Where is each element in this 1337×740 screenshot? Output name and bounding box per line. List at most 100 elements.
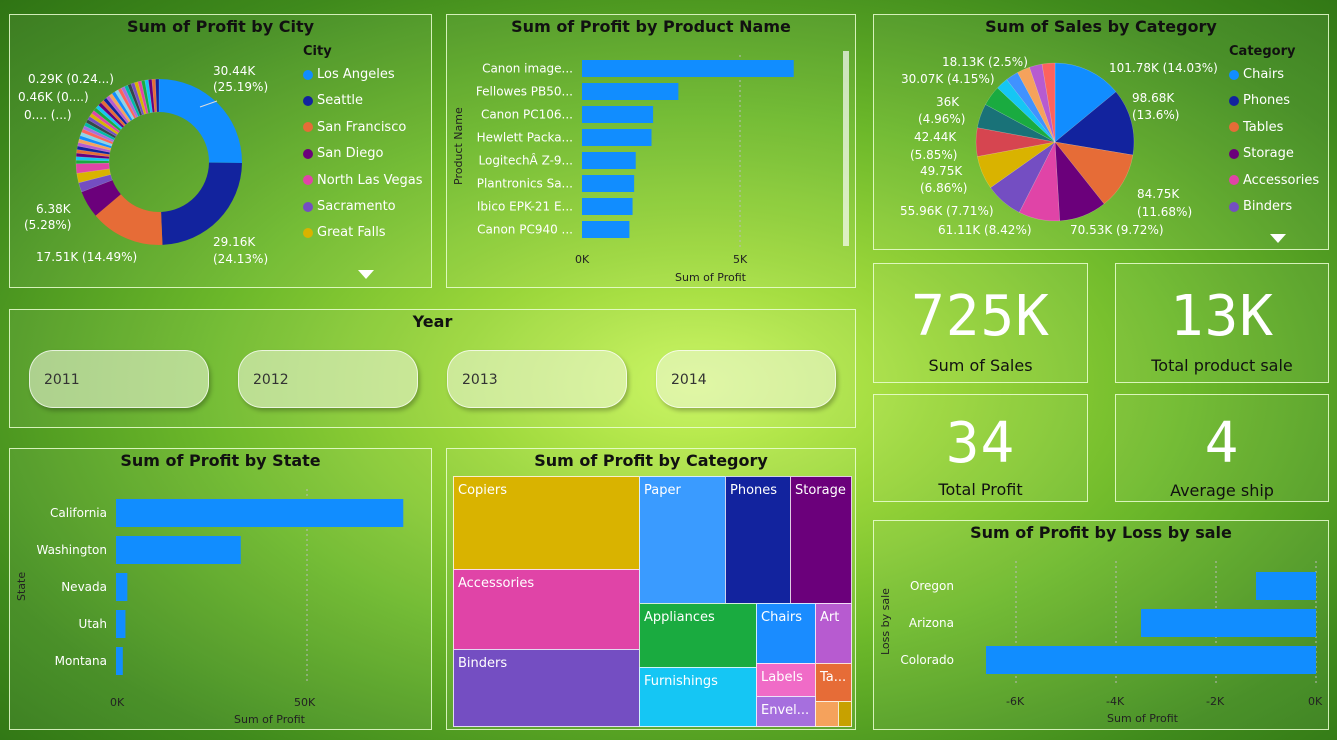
treemap-cell-appliances[interactable]: Appliances bbox=[639, 603, 757, 668]
legend-label: Binders bbox=[1243, 199, 1293, 214]
legend-item[interactable]: San Francisco bbox=[303, 120, 406, 135]
bar bbox=[582, 198, 633, 215]
year-option-2013[interactable]: 2013 bbox=[447, 350, 627, 408]
x-tick: -6K bbox=[1006, 695, 1025, 708]
category-label: Arizona bbox=[909, 616, 954, 630]
treemap-cell-envelopes[interactable]: Envel... bbox=[756, 696, 816, 727]
kpi-label: Sum of Sales bbox=[928, 356, 1033, 375]
loss-bar-chart[interactable]: Oregon Arizona Colorado -6K -4K -2K 0K Sum… bbox=[874, 521, 1328, 729]
treemap-cell-art[interactable]: Art bbox=[815, 603, 852, 664]
bar bbox=[116, 573, 128, 601]
kpi-value: 13K bbox=[1169, 284, 1275, 349]
x-tick: -4K bbox=[1106, 695, 1125, 708]
legend-label: Phones bbox=[1243, 93, 1291, 109]
label-sf: 17.51K (14.49%) bbox=[36, 250, 137, 264]
product-bar-chart[interactable]: Canon image... Fellowes PB50... Canon PC10… bbox=[447, 15, 855, 287]
bar bbox=[582, 129, 652, 146]
bar bbox=[986, 646, 1316, 674]
legend-dot-icon bbox=[1229, 175, 1239, 186]
svg-text:(4.96%): (4.96%) bbox=[918, 112, 965, 126]
svg-text:55.96K (7.71%): 55.96K (7.71%) bbox=[900, 204, 994, 218]
year-option-2011[interactable]: 2011 bbox=[29, 350, 209, 408]
x-tick: 5K bbox=[733, 253, 748, 266]
legend-dot-icon bbox=[303, 122, 313, 133]
label-small-1: 0.29K (0.24...) bbox=[28, 72, 114, 86]
category-sales-panel: Sum of Sales by Category 101.78K (14.03%… bbox=[873, 14, 1329, 250]
svg-text:61.11K (8.42%): 61.11K (8.42%) bbox=[938, 223, 1032, 237]
treemap-cell-paper[interactable]: Paper bbox=[639, 476, 726, 604]
triangle-down-icon[interactable] bbox=[358, 270, 374, 279]
treemap-cell-small-1[interactable] bbox=[815, 701, 839, 727]
x-tick: 0K bbox=[110, 696, 125, 709]
legend-item[interactable]: Phones bbox=[1229, 93, 1290, 108]
bar bbox=[582, 60, 794, 77]
treemap-cell-phones[interactable]: Phones bbox=[725, 476, 791, 604]
legend-item[interactable]: Tables bbox=[1229, 120, 1283, 135]
legend-title: City bbox=[303, 44, 332, 59]
treemap-cell-small-2[interactable] bbox=[838, 701, 852, 727]
bar bbox=[582, 221, 630, 238]
legend-item[interactable]: North Las Vegas bbox=[303, 173, 422, 188]
treemap-cell-furnishings[interactable]: Furnishings bbox=[639, 667, 757, 727]
legend-item[interactable]: Accessories bbox=[1229, 173, 1319, 188]
svg-text:18.13K (2.5%): 18.13K (2.5%) bbox=[942, 55, 1028, 69]
bar bbox=[116, 536, 241, 564]
legend-dot-icon bbox=[1229, 201, 1239, 212]
legend-item[interactable]: Chairs bbox=[1229, 67, 1284, 82]
legend-dot-icon bbox=[303, 95, 313, 106]
legend-dot-icon bbox=[303, 148, 313, 159]
label-sea: 29.16K bbox=[213, 235, 256, 249]
legend-label: Sacramento bbox=[317, 199, 396, 214]
donut-slice bbox=[161, 162, 242, 245]
legend-item[interactable]: Great Falls bbox=[303, 225, 386, 240]
kpi-total-profit: 34 Total Profit bbox=[873, 394, 1088, 502]
legend-item[interactable]: Seattle bbox=[303, 93, 363, 108]
category-label: Montana bbox=[55, 654, 107, 668]
kpi-average-ship: 4 Average ship bbox=[1115, 394, 1329, 502]
treemap-cell-binders[interactable]: Binders bbox=[453, 649, 640, 727]
svg-text:30.07K (4.15%): 30.07K (4.15%) bbox=[901, 72, 995, 86]
legend-dot-icon bbox=[303, 175, 313, 186]
y-axis-title: State bbox=[15, 572, 28, 601]
triangle-down-icon[interactable] bbox=[1270, 234, 1286, 243]
kpi-total-product-sale: 13K Total product sale bbox=[1115, 263, 1329, 383]
treemap-cell-copiers[interactable]: Copiers bbox=[453, 476, 640, 570]
slicer-title: Year bbox=[412, 312, 453, 331]
year-option-2014[interactable]: 2014 bbox=[656, 350, 836, 408]
svg-text:36K: 36K bbox=[936, 95, 960, 109]
legend-item[interactable]: Los Angeles bbox=[303, 67, 395, 82]
city-profit-panel: Sum of Profit by City 30.44K (25.19%) 29… bbox=[9, 14, 432, 288]
label-la-pct: (25.19%) bbox=[213, 80, 268, 94]
bar bbox=[116, 647, 123, 675]
legend-label: North Las Vegas bbox=[317, 172, 423, 188]
product-profit-panel: Sum of Profit by Product Name Canon imag… bbox=[446, 14, 856, 288]
legend-item[interactable]: Sacramento bbox=[303, 199, 396, 214]
legend-item[interactable]: San Diego bbox=[303, 146, 383, 161]
legend-item[interactable]: Storage bbox=[1229, 146, 1294, 161]
svg-text:101.78K (14.03%): 101.78K (14.03%) bbox=[1109, 61, 1218, 75]
category-label: California bbox=[50, 506, 107, 520]
label-small-3: 0.... (...) bbox=[24, 108, 72, 122]
year-option-2012[interactable]: 2012 bbox=[238, 350, 418, 408]
label-la: 30.44K bbox=[213, 64, 256, 78]
panel-title: Sum of Profit by Category bbox=[534, 451, 768, 470]
treemap-cell-storage[interactable]: Storage bbox=[790, 476, 852, 604]
legend-item[interactable]: Binders bbox=[1229, 199, 1292, 214]
legend-label: Chairs bbox=[1243, 67, 1285, 82]
kpi-label: Average ship bbox=[1170, 481, 1274, 500]
treemap-cell-labels[interactable]: Labels bbox=[756, 663, 816, 697]
treemap-cell-accessories[interactable]: Accessories bbox=[453, 569, 640, 650]
svg-text:(6.86%): (6.86%) bbox=[920, 181, 967, 195]
loss-profit-panel: Sum of Profit by Loss by sale Oregon Ariz… bbox=[873, 520, 1329, 730]
category-label: Nevada bbox=[61, 580, 107, 594]
legend-dot-icon bbox=[303, 69, 313, 80]
legend-label: Accessories bbox=[1243, 172, 1320, 188]
kpi-label: Total Profit bbox=[938, 480, 1023, 499]
y-axis-title: Loss by sale bbox=[879, 588, 892, 655]
legend-dot-icon bbox=[1229, 69, 1239, 80]
treemap-cell-tables[interactable]: Ta... bbox=[815, 663, 852, 702]
state-bar-chart[interactable]: California Washington Nevada Utah Montana 0K… bbox=[10, 449, 431, 729]
svg-text:84.75K: 84.75K bbox=[1137, 187, 1180, 201]
treemap-cell-chairs[interactable]: Chairs bbox=[756, 603, 816, 664]
svg-text:(13.6%): (13.6%) bbox=[1132, 108, 1179, 122]
